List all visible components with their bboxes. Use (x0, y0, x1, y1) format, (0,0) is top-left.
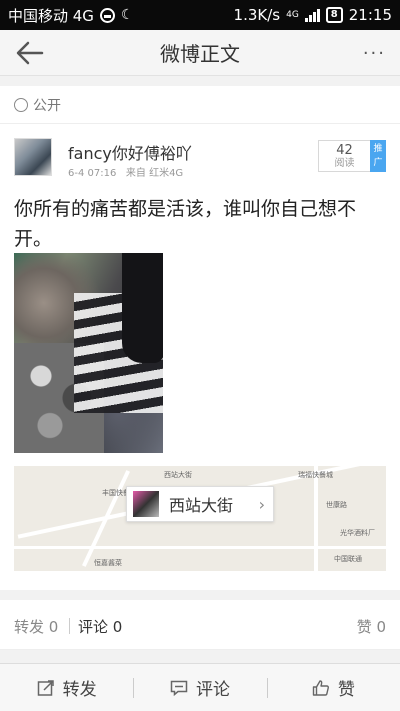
map-label: 西站大街 (164, 471, 192, 479)
location-map[interactable]: 丰国快餐 西站大街 瑞福快餐城 光华酒料厂 恒嘉酱菜 中国联通 世康路 西站大街… (14, 466, 386, 571)
chevron-right-icon: › (258, 495, 265, 514)
read-count: 42 (336, 143, 353, 158)
sync-icon (99, 7, 115, 23)
location-chip[interactable]: 西站大街 › (126, 486, 274, 522)
map-label: 瑞福快餐城 (298, 471, 333, 479)
bottom-toolbar: 转发 评论 赞 (0, 663, 400, 711)
visibility-label: 公开 (33, 97, 61, 114)
post-photo[interactable] (14, 253, 163, 453)
avatar[interactable] (14, 138, 52, 176)
battery-icon: 8 (325, 7, 343, 23)
network-type: 4G (286, 10, 299, 20)
tab-reposts[interactable]: 转发 0 (14, 616, 58, 637)
page-title: 微博正文 (160, 42, 240, 66)
map-label: 世康路 (326, 501, 347, 509)
repost-icon (37, 679, 54, 696)
divider (69, 618, 70, 634)
username[interactable]: fancy你好傅裕吖 (68, 140, 192, 164)
tab-likes[interactable]: 赞 0 (357, 616, 386, 637)
counts-bar: 转发 0 评论 0 赞 0 (0, 600, 400, 650)
status-bar: 中国移动 4G ☾ 1.3K/s 4G 8 21:15 (0, 0, 400, 30)
repost-label: 转发 (62, 680, 97, 700)
post-meta: 6-4 07:16 来自 红米4G (68, 164, 183, 179)
comment-label: 评论 (195, 680, 230, 700)
like-label: 赞 (337, 680, 355, 700)
map-label: 中国联通 (334, 555, 362, 563)
comment-icon (170, 680, 188, 696)
tab-comments[interactable]: 评论 0 (78, 616, 122, 637)
map-label: 恒嘉酱菜 (94, 559, 122, 567)
network-speed: 1.3K/s (233, 6, 281, 24)
post-text: 你所有的痛苦都是活该，谁叫你自己想不开。 (14, 198, 357, 250)
read-count-box: 42 阅读 (318, 140, 370, 172)
globe-icon (14, 97, 28, 112)
thumbs-up-icon (312, 679, 329, 696)
read-label: 阅读 (334, 158, 355, 169)
nav-bar: 微博正文 ··· (0, 30, 400, 76)
promote-button[interactable]: 推广 (370, 140, 386, 172)
repost-button[interactable]: 转发 (0, 664, 133, 711)
carrier-label: 中国移动 4G (8, 6, 94, 25)
location-name: 西站大街 (169, 496, 234, 515)
back-arrow-icon[interactable] (14, 38, 46, 68)
map-label: 光华酒料厂 (340, 529, 375, 537)
post-card: fancy你好傅裕吖 6-4 07:16 来自 红米4G 42 阅读 推广 你所… (0, 124, 400, 590)
like-button[interactable]: 赞 (266, 664, 400, 711)
post-source: 来自 红米4G (125, 168, 184, 179)
moon-icon: ☾ (120, 7, 134, 23)
comment-button[interactable]: 评论 (133, 664, 266, 711)
visibility-bar: 公开 (0, 86, 400, 124)
clock: 21:15 (348, 6, 392, 24)
more-options-icon[interactable]: ··· (363, 43, 386, 64)
location-thumbnail (133, 491, 159, 517)
post-date: 6-4 07:16 (68, 168, 117, 179)
signal-icon (304, 8, 320, 22)
